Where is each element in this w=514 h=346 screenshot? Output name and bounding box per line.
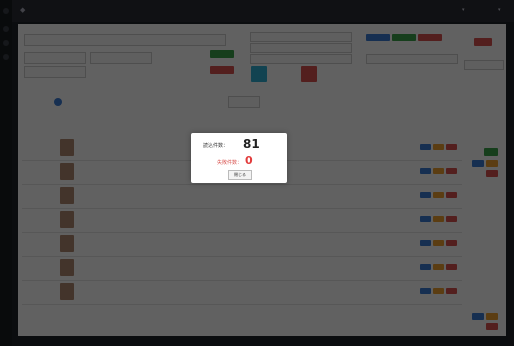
- success-count-label: 読込件数：: [203, 143, 229, 149]
- close-button[interactable]: 閉じる: [228, 170, 252, 180]
- failed-count-label: 失敗件数：: [217, 160, 243, 166]
- success-count-value: 81: [243, 137, 260, 151]
- failed-count-value: 0: [245, 154, 253, 167]
- import-result-dialog: 読込件数： 81 失敗件数： 0 閉じる: [191, 133, 287, 183]
